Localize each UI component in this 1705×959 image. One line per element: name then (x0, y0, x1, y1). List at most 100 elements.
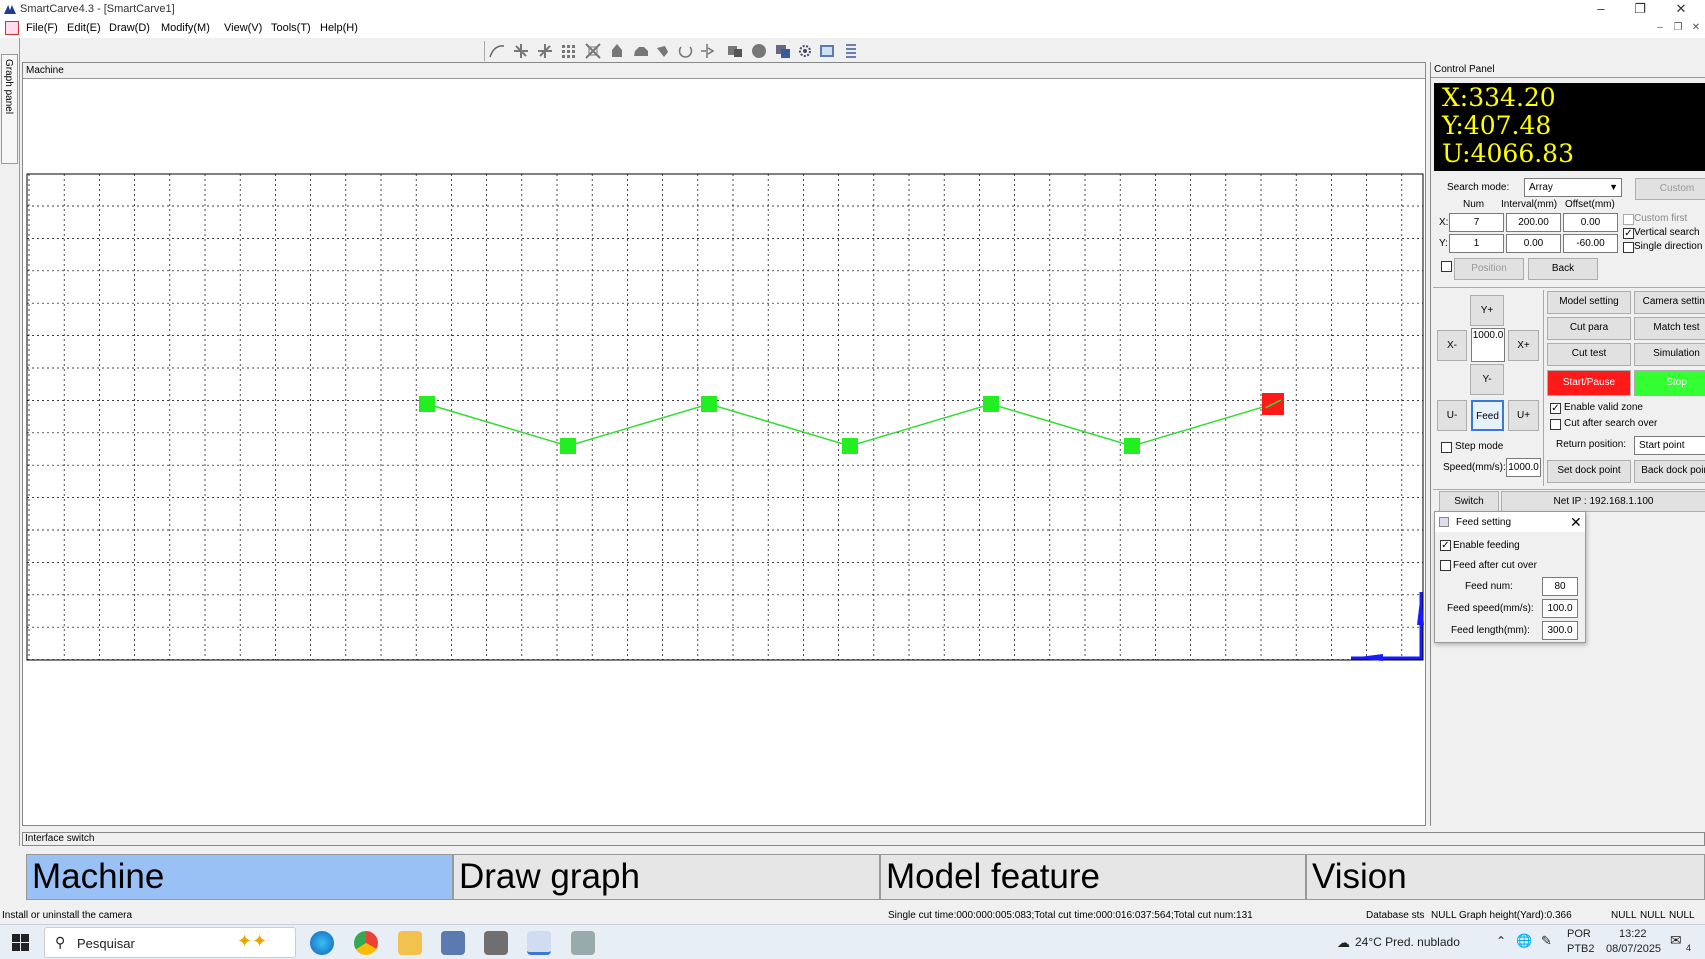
edge-icon[interactable] (310, 931, 334, 955)
menu-file[interactable]: File(F) (26, 22, 58, 34)
vertical-search-checkbox[interactable]: ✓ (1623, 228, 1634, 239)
tab-draw-graph[interactable]: Draw graph (453, 854, 880, 900)
rotate-icon[interactable] (676, 42, 694, 60)
chevron-up-icon[interactable]: ⌃ (1496, 934, 1506, 948)
custom-button[interactable]: Custom (1635, 178, 1705, 200)
menu-view[interactable]: View(V) (224, 22, 262, 34)
point-marker[interactable] (560, 438, 576, 454)
language-code[interactable]: POR (1567, 928, 1591, 940)
camera-setting-button[interactable]: Camera setting (1634, 291, 1705, 314)
node-tool-icon[interactable] (512, 42, 530, 60)
circle-icon[interactable] (750, 42, 768, 60)
jog-u-minus-button[interactable]: U- (1437, 400, 1467, 431)
position-checkbox[interactable] (1441, 261, 1452, 272)
start-pause-button[interactable]: Start/Pause (1547, 370, 1631, 396)
weather-text[interactable]: 24°C Pred. nublado (1355, 935, 1460, 949)
point-marker[interactable] (1124, 438, 1140, 454)
machine-canvas[interactable] (23, 79, 1425, 825)
menu-modify[interactable]: Modify(M) (161, 22, 210, 34)
stop-button[interactable]: Stop (1634, 370, 1705, 396)
tab-vision[interactable]: Vision (1306, 854, 1705, 900)
menu-tools[interactable]: Tools(T) (271, 22, 311, 34)
enable-valid-zone-checkbox[interactable]: ✓ (1550, 403, 1561, 414)
folder-icon[interactable] (398, 931, 422, 955)
array-icon[interactable] (560, 42, 578, 60)
cloud-icon[interactable] (632, 42, 650, 60)
mdi-close-icon[interactable]: ✕ (1689, 22, 1703, 35)
jog-u-plus-button[interactable]: U+ (1508, 400, 1539, 431)
menu-edit[interactable]: Edit(E) (67, 22, 101, 34)
mirror-icon[interactable] (698, 42, 716, 60)
x-num-input[interactable]: 7 (1449, 213, 1504, 232)
match-test-button[interactable]: Match test (1634, 317, 1705, 340)
menu-help[interactable]: Help(H) (320, 22, 358, 34)
graph-panel-tab[interactable]: Graph panel (1, 54, 18, 164)
switch-button[interactable]: Switch (1439, 491, 1499, 512)
jog-y-minus-button[interactable]: Y- (1470, 364, 1504, 395)
document-icon[interactable] (5, 21, 19, 35)
tool-icon[interactable] (571, 931, 595, 955)
x-offset-input[interactable]: 0.00 (1563, 213, 1618, 232)
feed-num-input[interactable]: 80 (1542, 577, 1578, 596)
back-button[interactable]: Back (1528, 258, 1598, 280)
node-select-icon[interactable] (536, 42, 554, 60)
feed-length-input[interactable]: 300.0 (1542, 621, 1578, 640)
tab-machine[interactable]: Machine (26, 854, 453, 900)
windows-start-icon[interactable] (12, 934, 29, 951)
keyboard-layout[interactable]: PTB2 (1567, 943, 1595, 955)
tab-model-feature[interactable]: Model feature (880, 854, 1306, 900)
point-marker[interactable] (701, 396, 717, 412)
menu-draw[interactable]: Draw(D) (109, 22, 150, 34)
y-offset-input[interactable]: -60.00 (1563, 234, 1618, 253)
x-interval-input[interactable]: 200.00 (1506, 213, 1561, 232)
custom-first-checkbox[interactable] (1623, 214, 1634, 225)
taskbar-search[interactable]: ⚲ Pesquisar ✦✦ (44, 927, 296, 958)
y-num-input[interactable]: 1 (1449, 234, 1504, 253)
chrome-icon[interactable] (354, 931, 378, 955)
smartcarve-taskbar-icon[interactable] (527, 931, 551, 955)
layers-icon[interactable] (774, 42, 792, 60)
nest-icon[interactable] (584, 42, 602, 60)
align-icon[interactable] (842, 42, 860, 60)
cut-after-search-checkbox[interactable] (1550, 419, 1561, 430)
clock-date[interactable]: 08/07/2025 (1606, 943, 1661, 955)
app-icon[interactable] (441, 931, 465, 955)
feed-speed-input[interactable]: 100.0 (1542, 599, 1578, 618)
mdi-restore-icon[interactable]: ❐ (1671, 22, 1685, 35)
jog-x-plus-button[interactable]: X+ (1508, 330, 1539, 361)
clock-time[interactable]: 13:22 (1619, 928, 1647, 940)
jog-x-minus-button[interactable]: X- (1437, 330, 1467, 361)
enable-feeding-checkbox[interactable]: ✓ (1440, 540, 1451, 551)
jog-step-input[interactable]: 1000.0 (1471, 328, 1505, 362)
single-direction-checkbox[interactable] (1623, 242, 1634, 253)
cut-para-button[interactable]: Cut para (1547, 317, 1631, 340)
calculator-icon[interactable] (484, 931, 508, 955)
return-position-select[interactable]: Start point▼ (1634, 436, 1705, 455)
search-mode-select[interactable]: Array ▼ (1524, 178, 1622, 197)
point-marker[interactable] (419, 396, 435, 412)
restore-icon[interactable]: ❐ (1617, 0, 1663, 20)
step-mode-checkbox[interactable] (1441, 442, 1452, 453)
close-icon[interactable]: ✕ (1658, 0, 1704, 20)
fill-icon[interactable] (608, 42, 626, 60)
close-icon[interactable]: ✕ (1570, 514, 1582, 531)
set-dock-point-button[interactable]: Set dock point (1547, 460, 1631, 483)
brush-icon[interactable] (654, 42, 672, 60)
jog-y-plus-button[interactable]: Y+ (1470, 295, 1504, 326)
mdi-minimize-icon[interactable]: – (1653, 22, 1667, 35)
image-icon[interactable] (818, 42, 836, 60)
combine-icon[interactable] (726, 42, 744, 60)
y-interval-input[interactable]: 0.00 (1506, 234, 1561, 253)
speed-input[interactable]: 1000.0 (1506, 458, 1541, 477)
feed-after-cut-checkbox[interactable] (1440, 560, 1451, 571)
simulation-button[interactable]: Simulation (1634, 343, 1705, 366)
point-marker[interactable] (842, 438, 858, 454)
back-dock-point-button[interactable]: Back dock point (1634, 460, 1705, 483)
notification-icon[interactable]: ✉ (1670, 932, 1682, 949)
globe-icon[interactable]: 🌐 (1516, 933, 1532, 949)
model-setting-button[interactable]: Model setting (1547, 291, 1631, 314)
settings-icon[interactable] (796, 42, 814, 60)
curve-tool-icon[interactable] (488, 42, 506, 60)
position-button[interactable]: Position (1454, 258, 1524, 280)
point-marker[interactable] (983, 396, 999, 412)
